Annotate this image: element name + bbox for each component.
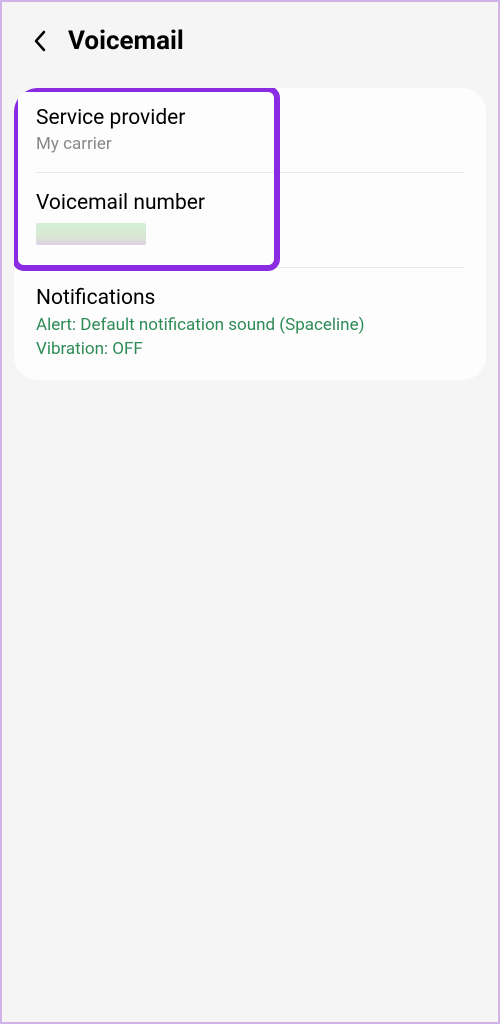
page-header: Voicemail (2, 2, 498, 76)
notifications-alert-line: Alert: Default notification sound (Space… (36, 314, 464, 338)
service-provider-title: Service provider (36, 106, 464, 130)
voicemail-number-redacted (36, 223, 146, 245)
voicemail-number-item[interactable]: Voicemail number (14, 173, 486, 267)
notifications-item[interactable]: Notifications Alert: Default notificatio… (14, 268, 486, 380)
back-icon[interactable] (30, 31, 50, 51)
notifications-title: Notifications (36, 286, 464, 310)
voicemail-number-title: Voicemail number (36, 191, 464, 215)
service-provider-subtitle: My carrier (36, 134, 464, 154)
service-provider-item[interactable]: Service provider My carrier (14, 88, 486, 172)
settings-card: Service provider My carrier Voicemail nu… (14, 88, 486, 380)
notifications-vibration-line: Vibration: OFF (36, 338, 464, 362)
page-title: Voicemail (68, 26, 184, 56)
